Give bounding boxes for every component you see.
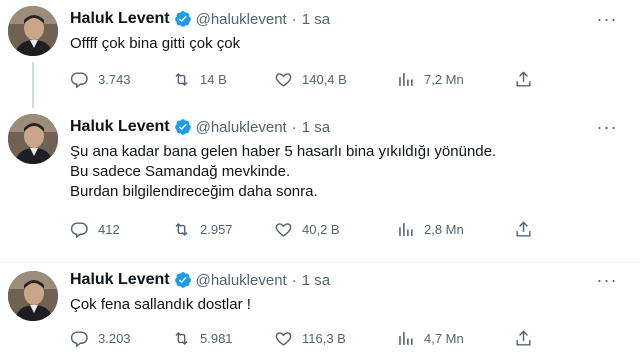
view-count: 7,2 Mn [424, 71, 464, 87]
tweet[interactable]: Haluk Levent @haluklevent · 1 sa ··· Şu … [0, 104, 640, 262]
verified-badge-icon [174, 272, 191, 288]
author-handle[interactable]: @haluklevent [196, 119, 287, 136]
separator-dot: · [291, 118, 297, 136]
avatar[interactable] [8, 114, 58, 164]
tweet-header: Haluk Levent @haluklevent · 1 sa [70, 8, 330, 30]
views-button[interactable]: 7,2 Mn [396, 68, 464, 90]
tweet-text: Şu ana kadar bana gelen haber 5 hasarlı … [70, 142, 496, 202]
view-count: 2,8 Mn [424, 221, 464, 237]
retweet-icon [175, 331, 188, 345]
share-icon [516, 329, 531, 346]
tweet-actions: 412 2.957 40,2 B 2,8 Mn [70, 218, 570, 240]
reply-icon [70, 330, 88, 347]
tweet-actions: 3.743 14 B 140,4 B 7,2 Mn [70, 68, 570, 90]
retweet-count: 2.957 [200, 221, 233, 237]
views-chart-icon [399, 72, 413, 86]
author-handle[interactable]: @haluklevent [196, 272, 287, 289]
tweet-actions: 3.203 5.981 116,3 B 4,7 Mn [70, 327, 570, 349]
more-options-icon[interactable]: ··· [596, 269, 618, 291]
views-chart-icon [399, 222, 413, 236]
tweet-text-line: Burdan bilgilendireceğim daha sonra. [70, 183, 318, 200]
like-button[interactable]: 116,3 B [274, 327, 346, 349]
reply-icon [70, 71, 88, 88]
tweet-text-line: Şu ana kadar bana gelen haber 5 hasarlı … [70, 143, 497, 160]
like-button[interactable]: 40,2 B [274, 218, 340, 240]
share-icon [516, 220, 531, 237]
retweet-icon [175, 222, 188, 236]
heart-icon [275, 331, 292, 346]
retweet-count: 5.981 [200, 330, 233, 346]
like-count: 116,3 B [302, 330, 346, 346]
heart-icon [275, 72, 292, 87]
like-count: 140,4 B [302, 71, 347, 87]
views-button[interactable]: 2,8 Mn [396, 218, 464, 240]
verified-badge-icon [174, 119, 191, 135]
reply-count: 3.743 [98, 71, 131, 87]
more-options-icon[interactable]: ··· [596, 8, 618, 30]
share-button[interactable] [514, 218, 533, 240]
more-options-icon[interactable]: ··· [596, 116, 618, 138]
author-name[interactable]: Haluk Levent [70, 118, 170, 136]
retweet-button[interactable]: 5.981 [172, 327, 233, 349]
separator-dot: · [291, 10, 297, 28]
retweet-button[interactable]: 14 B [172, 68, 227, 90]
tweet-feed: Haluk Levent @haluklevent · 1 sa ··· Off… [0, 0, 640, 360]
tweet-header: Haluk Levent @haluklevent · 1 sa [70, 269, 330, 291]
reply-button[interactable]: 3.203 [70, 327, 131, 349]
author-name[interactable]: Haluk Levent [70, 10, 170, 28]
like-count: 40,2 B [302, 221, 340, 237]
reply-icon [70, 221, 88, 238]
retweet-icon [175, 72, 188, 86]
reply-button[interactable]: 412 [70, 218, 120, 240]
share-button[interactable] [514, 68, 533, 90]
share-icon [516, 70, 531, 87]
tweet[interactable]: Haluk Levent @haluklevent · 1 sa ··· Off… [0, 0, 640, 104]
view-count: 4,7 Mn [424, 330, 464, 346]
retweet-button[interactable]: 2.957 [172, 218, 233, 240]
views-button[interactable]: 4,7 Mn [396, 327, 464, 349]
reply-button[interactable]: 3.743 [70, 68, 131, 90]
tweet-time[interactable]: 1 sa [302, 11, 330, 28]
tweet[interactable]: Haluk Levent @haluklevent · 1 sa ··· Çok… [0, 262, 640, 360]
separator-dot: · [291, 271, 297, 289]
author-name[interactable]: Haluk Levent [70, 271, 170, 289]
tweet-text-line: Çok fena sallandık dostlar ! [70, 296, 251, 313]
avatar[interactable] [8, 271, 58, 321]
tweet-time[interactable]: 1 sa [302, 272, 330, 289]
tweet-text-line: Offff çok bina gitti çok çok [70, 35, 241, 52]
tweet-text: Offff çok bina gitti çok çok [70, 34, 240, 54]
like-button[interactable]: 140,4 B [274, 68, 347, 90]
tweet-text-line: Bu sadece Samandağ mevkinde. [70, 163, 291, 180]
avatar[interactable] [8, 6, 58, 56]
author-handle[interactable]: @haluklevent [196, 11, 287, 28]
heart-icon [275, 222, 292, 237]
views-chart-icon [399, 331, 413, 345]
reply-count: 3.203 [98, 330, 131, 346]
reply-count: 412 [98, 221, 120, 237]
share-button[interactable] [514, 327, 533, 349]
retweet-count: 14 B [200, 71, 227, 87]
tweet-text: Çok fena sallandık dostlar ! [70, 295, 251, 315]
verified-badge-icon [174, 11, 191, 27]
tweet-time[interactable]: 1 sa [302, 119, 330, 136]
tweet-header: Haluk Levent @haluklevent · 1 sa [70, 116, 330, 138]
